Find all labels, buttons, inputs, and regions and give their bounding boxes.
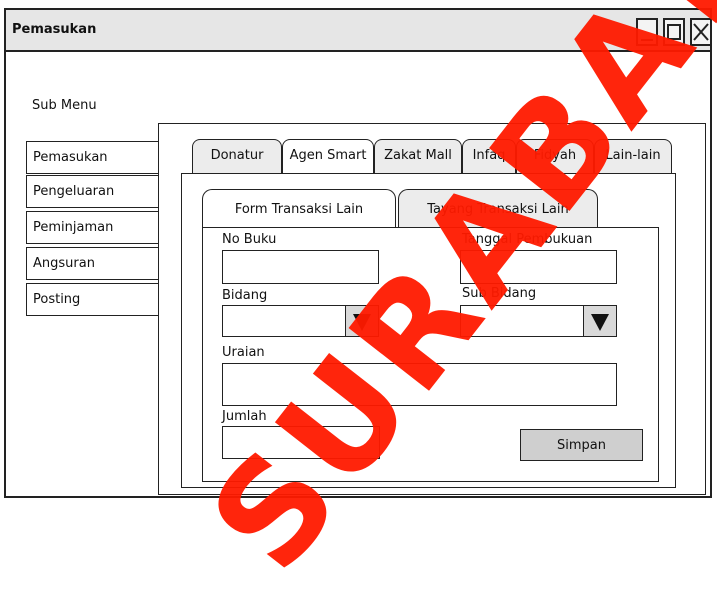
sub-bidang-select[interactable]	[460, 305, 585, 337]
tanggal-pembukuan-label: Tanggal Pembukuan	[462, 232, 593, 247]
sidebar-item-label: Pemasukan	[33, 150, 108, 165]
sidebar-item-peminjaman[interactable]: Peminjaman	[26, 211, 160, 244]
bidang-dropdown-button[interactable]	[345, 305, 379, 337]
close-icon	[693, 23, 709, 41]
no-buku-field[interactable]	[222, 250, 379, 284]
bidang-label: Bidang	[222, 288, 268, 303]
sidebar-item-posting[interactable]: Posting	[26, 283, 160, 316]
bidang-select[interactable]	[222, 305, 347, 337]
tab-fidyah[interactable]: Fidyah	[516, 139, 594, 174]
sidebar-item-label: Pengeluaran	[33, 184, 115, 199]
sub-menu-label: Sub Menu	[32, 98, 97, 113]
jumlah-field[interactable]	[222, 426, 380, 459]
sidebar-item-label: Peminjaman	[33, 220, 114, 235]
tab-infaq[interactable]: Infaq	[462, 139, 516, 174]
sidebar-item-label: Posting	[33, 292, 81, 307]
subtab-tayang-transaksi-lain[interactable]: Tayang Transaksi Lain	[398, 189, 598, 227]
tab-lain-lain[interactable]: Lain-lain	[594, 139, 672, 174]
tanggal-pembukuan-field[interactable]	[460, 250, 617, 284]
title-bar	[4, 8, 712, 52]
sidebar-item-label: Angsuran	[33, 256, 95, 271]
maximize-button[interactable]	[663, 18, 685, 46]
minimize-icon	[641, 39, 653, 41]
tab-donatur[interactable]: Donatur	[192, 139, 282, 174]
minimize-button[interactable]	[636, 18, 658, 46]
window-title: Pemasukan	[12, 22, 97, 37]
close-button[interactable]	[690, 18, 712, 46]
chevron-down-icon	[353, 314, 371, 331]
chevron-down-icon	[591, 314, 609, 331]
sidebar-item-angsuran[interactable]: Angsuran	[26, 247, 160, 280]
sidebar-item-pemasukan[interactable]: Pemasukan	[26, 141, 160, 174]
maximize-icon	[667, 24, 681, 40]
simpan-button[interactable]: Simpan	[520, 429, 643, 461]
jumlah-label: Jumlah	[222, 409, 267, 424]
uraian-field[interactable]	[222, 363, 617, 406]
tab-zakat-mall[interactable]: Zakat Mall	[374, 139, 462, 174]
subtab-form-transaksi-lain[interactable]: Form Transaksi Lain	[202, 189, 396, 229]
sidebar-item-pengeluaran[interactable]: Pengeluaran	[26, 175, 160, 208]
tab-agen-smart[interactable]: Agen Smart	[282, 139, 374, 174]
sub-bidang-label: Sub Bidang	[462, 286, 537, 301]
uraian-label: Uraian	[222, 345, 265, 360]
no-buku-label: No Buku	[222, 232, 277, 247]
sub-bidang-dropdown-button[interactable]	[583, 305, 617, 337]
